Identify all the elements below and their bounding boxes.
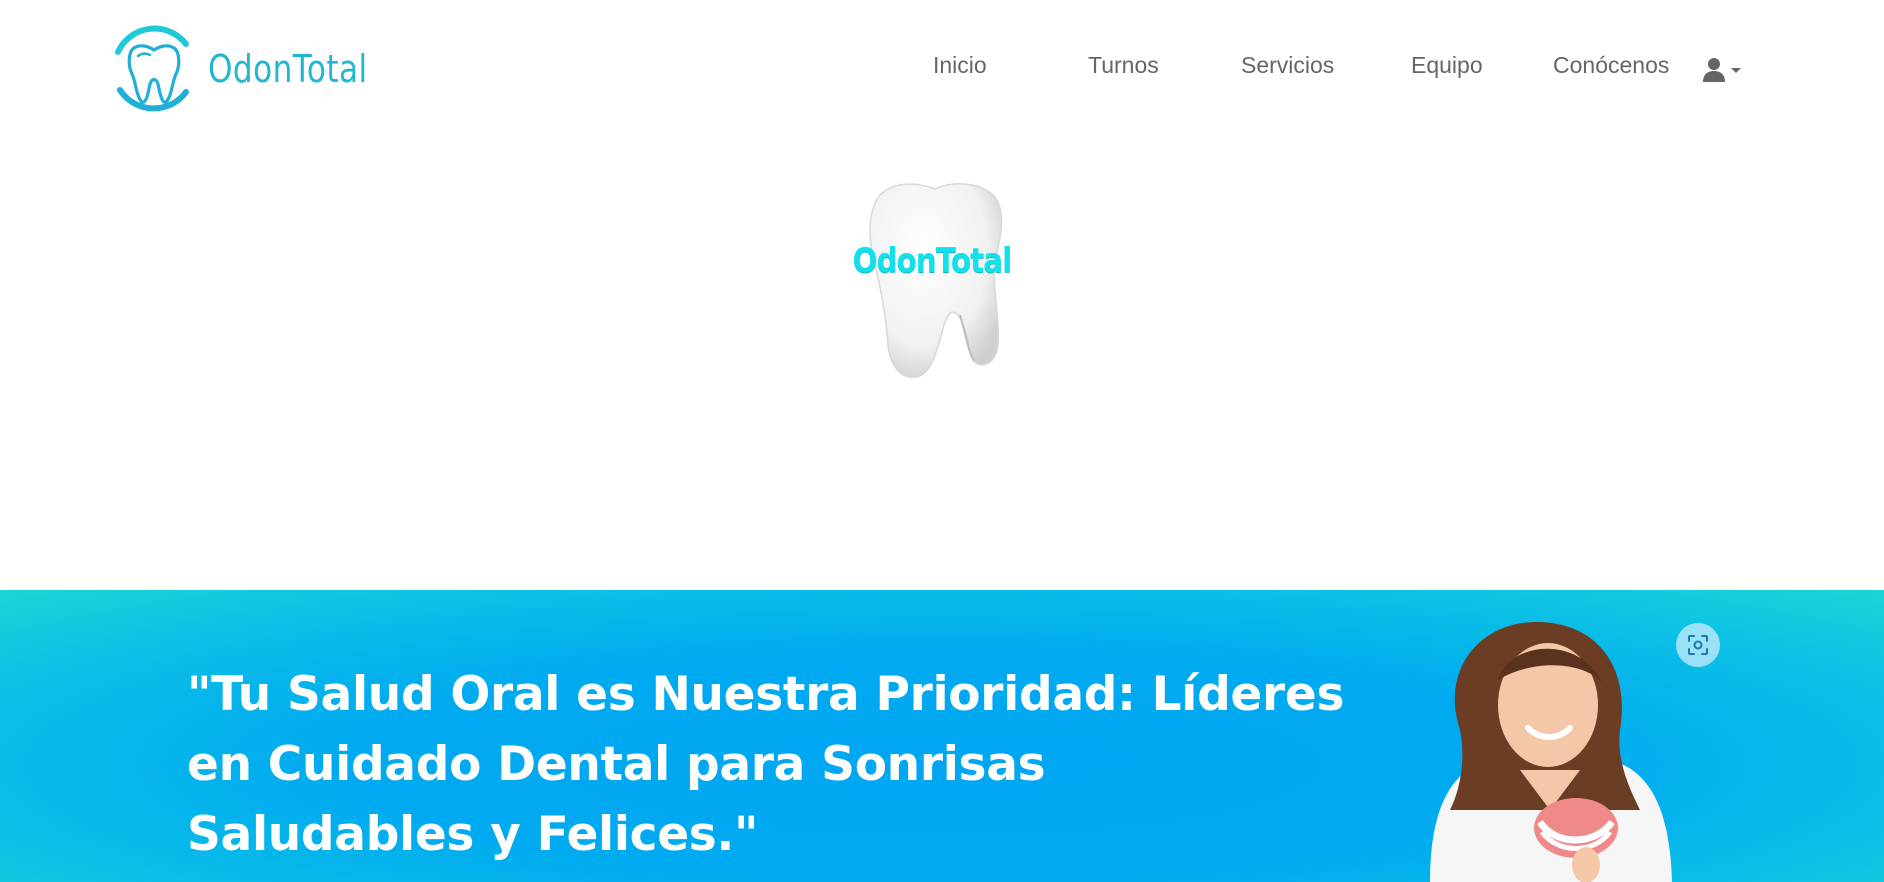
scan-button[interactable] <box>1676 623 1720 667</box>
user-icon <box>1703 58 1741 82</box>
woman-holding-dental-model-photo <box>1430 621 1672 882</box>
banner-headline: "Tu Salud Oral es Nuestra Prioridad: Líd… <box>187 667 1345 862</box>
user-menu-dropdown[interactable] <box>1702 56 1746 84</box>
nav-servicios[interactable]: Servicios <box>1241 52 1334 79</box>
navbar: OdonTotal Inicio Turnos Servicios Equipo… <box>0 0 1884 140</box>
nav-inicio[interactable]: Inicio <box>933 52 987 79</box>
nav-equipo[interactable]: Equipo <box>1411 52 1483 79</box>
caret-down-icon <box>1731 68 1741 73</box>
brand-logo[interactable]: OdonTotal <box>108 22 403 116</box>
scan-icon <box>1688 635 1708 655</box>
tooth-logo-icon <box>115 25 189 112</box>
hero-logo-text: OdonTotal <box>852 241 1013 281</box>
hero-banner: "Tu Salud Oral es Nuestra Prioridad: Líd… <box>0 590 1884 882</box>
nav-turnos[interactable]: Turnos <box>1088 52 1159 79</box>
brand-name: OdonTotal <box>208 47 368 91</box>
nav-conocenos[interactable]: Conócenos <box>1553 52 1669 79</box>
hero-tooth-logo: OdonTotal <box>840 175 1020 385</box>
